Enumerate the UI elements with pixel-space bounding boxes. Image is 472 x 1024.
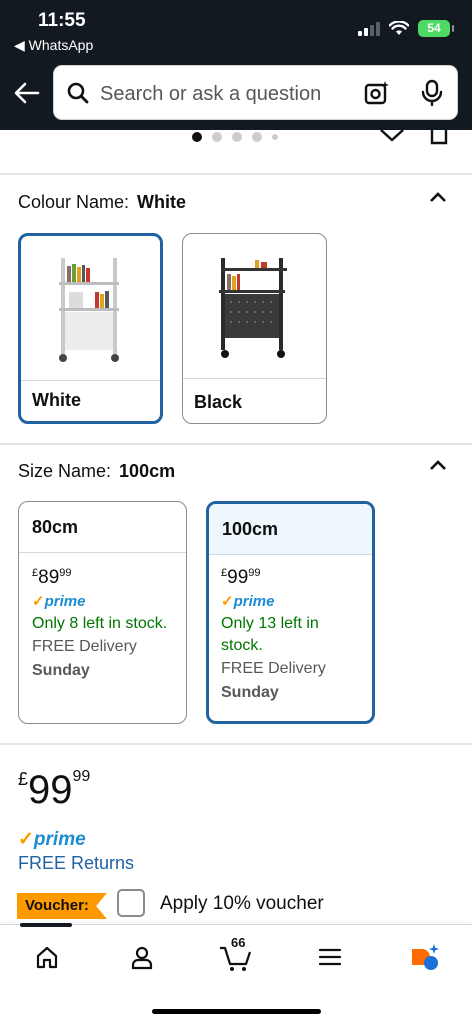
product-image-black [183, 234, 326, 378]
active-tab-indicator [20, 923, 72, 927]
price-whole: 99 [227, 567, 249, 588]
account-icon [131, 946, 153, 970]
carousel-dots[interactable] [192, 132, 278, 142]
prime-text: prime [233, 593, 275, 610]
delivery-day: Sunday [32, 662, 90, 679]
size-label-text: Size Name: [18, 461, 112, 481]
divider [183, 378, 326, 379]
price-fraction: 99 [248, 567, 261, 579]
search-header: Search or ask a question [0, 62, 472, 130]
rufus-assistant-icon [412, 944, 439, 970]
size-option-label: 100cm [222, 519, 279, 539]
size-option-header: 100cm [209, 504, 372, 554]
voucher-text[interactable]: Apply 10% voucher [160, 893, 324, 915]
home-icon [36, 946, 58, 969]
delivery-text: FREE Delivery [32, 638, 137, 655]
delivery-text: FREE Delivery [221, 660, 326, 677]
divider [21, 380, 160, 381]
share-icon[interactable] [428, 124, 450, 146]
nav-account[interactable] [120, 939, 164, 975]
nav-rufus[interactable] [402, 939, 446, 975]
signal-icon [358, 21, 380, 36]
colour-selected-value: White [137, 192, 187, 212]
collapse-colour-icon[interactable] [428, 190, 448, 204]
back-to-app-link[interactable]: ◀ WhatsApp [14, 37, 93, 54]
free-returns-link[interactable]: FREE Returns [18, 853, 134, 874]
back-arrow-icon[interactable] [12, 78, 42, 108]
prime-text: prime [44, 593, 86, 610]
colour-option-white[interactable]: White [18, 233, 163, 424]
status-bar: 11:55 ◀ WhatsApp 54 [0, 0, 472, 62]
menu-icon [318, 948, 342, 966]
delivery-day: Sunday [221, 684, 279, 701]
delivery-info: FREE Delivery Sunday [221, 657, 364, 705]
price-fraction: 99 [72, 768, 91, 785]
prime-badge: ✓prime [32, 591, 178, 613]
size-option-price: £8999 [32, 565, 178, 591]
prime-check-icon: ✓ [18, 829, 34, 850]
colour-option-label: White [32, 390, 81, 410]
colour-name-label: Colour Name: White [18, 192, 186, 213]
price-whole: 99 [28, 768, 73, 812]
voucher-checkbox[interactable] [117, 889, 145, 917]
microphone-icon[interactable] [420, 79, 444, 107]
price-whole: 89 [38, 567, 60, 588]
chevron-down-icon[interactable] [378, 122, 406, 144]
carousel-dot[interactable] [252, 132, 262, 142]
size-name-label: Size Name: 100cm [18, 461, 175, 482]
prime-badge: ✓prime [18, 828, 86, 851]
size-option-100cm[interactable]: 100cm £9999 ✓prime Only 13 left in stock… [206, 501, 375, 724]
camera-search-icon[interactable] [363, 79, 391, 107]
home-indicator [152, 1009, 321, 1014]
product-price: £9999 [18, 768, 90, 812]
nav-home[interactable] [25, 939, 69, 975]
carousel-dot[interactable] [212, 132, 222, 142]
prime-badge: ✓prime [221, 591, 364, 613]
nav-menu[interactable] [308, 939, 352, 975]
search-input[interactable]: Search or ask a question [53, 65, 458, 120]
prime-check-icon: ✓ [32, 593, 45, 610]
divider [0, 443, 472, 445]
search-placeholder: Search or ask a question [100, 83, 322, 105]
size-option-80cm[interactable]: 80cm £8999 ✓prime Only 8 left in stock. … [18, 501, 187, 724]
product-image-white [21, 236, 160, 380]
size-option-label: 80cm [32, 517, 79, 537]
stock-status: Only 8 left in stock. [32, 615, 168, 632]
status-time: 11:55 [38, 10, 86, 31]
image-carousel-footer [0, 129, 472, 174]
carousel-dot[interactable] [192, 132, 202, 142]
search-icon [67, 82, 89, 104]
battery-icon: 54 [418, 20, 454, 37]
collapse-size-icon[interactable] [428, 458, 448, 472]
divider [0, 743, 472, 745]
voucher-badge: Voucher: [17, 893, 107, 919]
colour-option-label: Black [194, 392, 243, 412]
size-selected-value: 100cm [119, 461, 176, 481]
carousel-dot[interactable] [232, 132, 242, 142]
wifi-icon [389, 21, 409, 35]
divider [19, 552, 186, 553]
size-option-price: £9999 [221, 565, 364, 591]
price-fraction: 99 [59, 567, 72, 579]
divider [0, 173, 472, 175]
divider [209, 554, 372, 555]
currency-symbol: £ [18, 769, 29, 789]
cart-count-badge: 66 [231, 935, 246, 950]
carousel-dot[interactable] [272, 134, 278, 140]
status-icons: 54 [358, 20, 454, 37]
size-option-header: 80cm [19, 502, 186, 552]
colour-option-black[interactable]: Black [182, 233, 327, 424]
bottom-nav: 66 [0, 923, 472, 1024]
colour-label-text: Colour Name: [18, 192, 130, 212]
prime-text: prime [33, 829, 86, 850]
size-option-details: £8999 ✓prime Only 8 left in stock. FREE … [32, 565, 178, 683]
size-option-details: £9999 ✓prime Only 13 left in stock. FREE… [221, 565, 364, 705]
stock-status: Only 13 left in stock. [221, 615, 319, 654]
prime-check-icon: ✓ [221, 593, 234, 610]
delivery-info: FREE Delivery Sunday [32, 635, 178, 683]
